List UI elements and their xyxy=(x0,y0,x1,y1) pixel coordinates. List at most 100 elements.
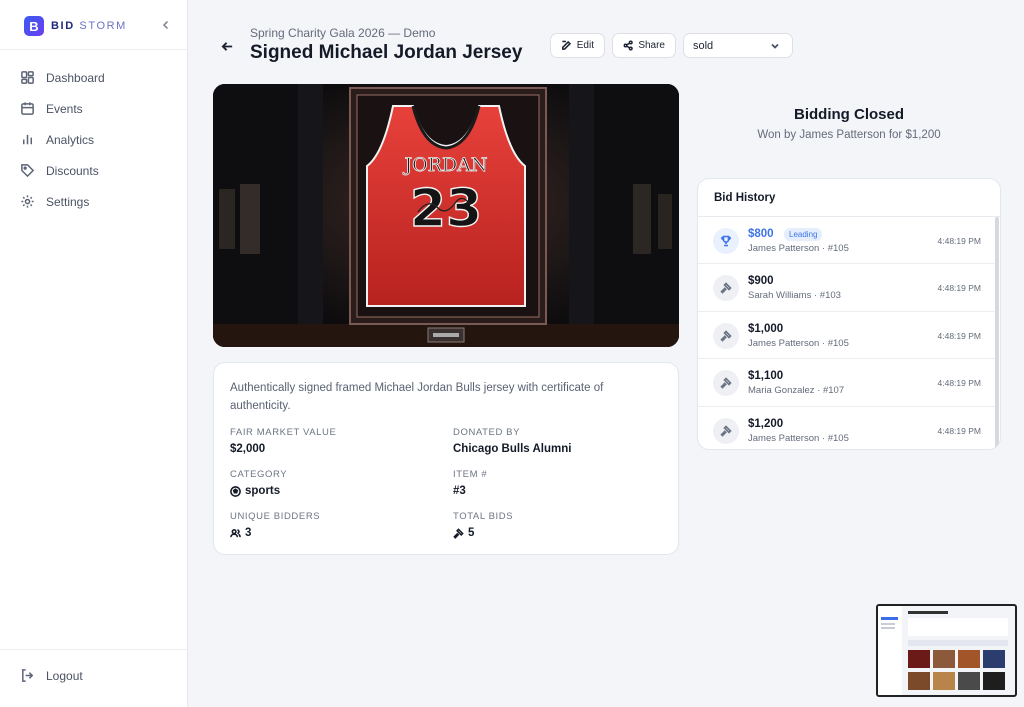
edit-icon xyxy=(562,40,572,50)
bid-history-scrollbar[interactable] xyxy=(995,217,999,449)
item-description: Authentically signed framed Michael Jord… xyxy=(230,382,604,412)
sidebar-divider xyxy=(0,649,188,650)
share-icon xyxy=(623,40,633,51)
bid-amount: $800 xyxy=(748,228,774,240)
gavel-icon xyxy=(713,322,739,349)
bid-bidder: Sarah Williams · #103 xyxy=(748,290,841,302)
bid-bidder: James Patterson · #105 xyxy=(748,337,849,349)
donated-by-field: DONATED BY Chicago Bulls Alumni xyxy=(453,427,571,455)
sidebar-item-label: Settings xyxy=(46,194,90,209)
gear-icon xyxy=(21,195,34,208)
bid-time: 4:48:19 PM xyxy=(937,425,981,436)
bid-history-card: Bid History $800 Leading James Patterson… xyxy=(697,178,1001,450)
sidebar-item-label: Analytics xyxy=(46,132,95,147)
sidebar-nav: Dashboard Events Analytics Discounts Set… xyxy=(0,62,188,217)
sidebar: B BID STORM Dashboard Events Analytics D… xyxy=(0,0,188,707)
status-select-value: sold xyxy=(693,39,714,52)
users-icon xyxy=(230,528,241,537)
sidebar-item-discounts[interactable]: Discounts xyxy=(0,155,188,186)
bid-amount: $1,100 xyxy=(748,370,784,383)
unique-bidders-field: UNIQUE BIDDERS 3 xyxy=(230,511,320,539)
share-button[interactable]: Share xyxy=(612,33,676,58)
bid-amount: $900 xyxy=(748,275,774,288)
sidebar-item-events[interactable]: Events xyxy=(0,93,188,124)
sidebar-item-label: Events xyxy=(46,101,83,116)
bid-amount: $1,200 xyxy=(748,417,784,430)
preview-image xyxy=(878,606,1015,695)
field-label: DONATED BY xyxy=(453,427,521,438)
bid-time: 4:48:19 PM xyxy=(937,283,981,294)
item-number-field: ITEM # #3 xyxy=(453,469,487,497)
gavel-icon xyxy=(453,527,464,539)
status-select[interactable]: sold xyxy=(683,33,793,58)
bid-time: 4:48:19 PM xyxy=(937,330,981,341)
brand-logo-icon: B xyxy=(24,16,44,36)
chevron-left-icon xyxy=(162,20,169,30)
bid-row: $800 Leading James Patterson · #105 4:48… xyxy=(698,217,996,265)
bidding-status-panel: Bidding Closed Won by James Patterson fo… xyxy=(698,84,1000,164)
bid-time: 4:48:19 PM xyxy=(937,378,981,389)
sidebar-item-analytics[interactable]: Analytics xyxy=(0,124,188,155)
field-label: FAIR MARKET VALUE xyxy=(230,427,337,438)
bid-row: $1,100 Maria Gonzalez · #107 4:48:19 PM xyxy=(698,359,996,407)
grid-icon xyxy=(21,71,34,84)
bid-row: $1,200 James Patterson · #105 4:48:19 PM xyxy=(698,407,996,449)
sidebar-item-dashboard[interactable]: Dashboard xyxy=(0,62,188,93)
sidebar-item-settings[interactable]: Settings xyxy=(0,186,188,217)
bar-chart-icon xyxy=(23,134,32,145)
bidding-status-subtitle: Won by James Patterson for $1,200 xyxy=(757,129,941,141)
bid-time: 4:48:19 PM xyxy=(937,236,981,246)
edit-button[interactable]: Edit xyxy=(550,33,605,58)
chevron-down-icon xyxy=(771,43,779,49)
gavel-icon xyxy=(713,370,739,397)
page-title: Signed Michael Jordan Jersey xyxy=(250,42,523,63)
field-label: TOTAL BIDS xyxy=(453,511,514,522)
gavel-icon xyxy=(713,417,739,444)
collapse-sidebar-button[interactable] xyxy=(158,16,174,34)
gavel-icon xyxy=(713,275,739,302)
field-label: CATEGORY xyxy=(230,469,288,480)
calendar-icon xyxy=(21,102,34,115)
framed-jersey-image: JORDAN 23 xyxy=(213,84,679,347)
back-button[interactable] xyxy=(218,37,236,55)
field-label: ITEM # xyxy=(453,469,488,480)
bid-bidder: Maria Gonzalez · #107 xyxy=(748,385,845,397)
fair-market-value-field: FAIR MARKET VALUE $2,000 xyxy=(230,427,336,455)
field-label: UNIQUE BIDDERS xyxy=(230,511,321,522)
arrow-left-icon xyxy=(221,41,232,51)
leading-badge: Leading xyxy=(784,228,823,241)
logout-label: Logout xyxy=(46,668,83,683)
jersey-name-text: JORDAN xyxy=(402,154,487,176)
total-bids-value: 5 xyxy=(453,527,513,539)
soccer-ball-icon xyxy=(230,485,241,497)
logout-icon xyxy=(22,669,34,682)
brand-name: BID STORM xyxy=(51,20,127,32)
item-image: JORDAN 23 xyxy=(213,84,679,347)
bid-history-title: Bid History xyxy=(714,192,776,204)
bidding-status-title: Bidding Closed xyxy=(794,106,904,123)
unique-bidders-value: 3 xyxy=(230,527,320,539)
category-value: sports xyxy=(230,485,287,497)
item-details-card: Authentically signed framed Michael Jord… xyxy=(213,362,679,555)
brand[interactable]: B BID STORM xyxy=(24,14,127,38)
logout-button[interactable]: Logout xyxy=(20,668,83,683)
bid-row: $900 Sarah Williams · #103 4:48:19 PM xyxy=(698,264,996,312)
edit-button-label: Edit xyxy=(576,40,594,51)
share-button-label: Share xyxy=(638,40,665,51)
donated-by-value: Chicago Bulls Alumni xyxy=(453,443,572,455)
sidebar-item-label: Dashboard xyxy=(46,70,105,85)
sidebar-item-label: Discounts xyxy=(46,163,99,178)
bid-history-list[interactable]: $800 Leading James Patterson · #105 4:48… xyxy=(698,217,996,449)
breadcrumb[interactable]: Spring Charity Gala 2026 — Demo xyxy=(250,26,435,40)
bid-row: $1,000 James Patterson · #105 4:48:19 PM xyxy=(698,312,996,360)
tag-icon xyxy=(21,164,35,178)
bid-bidder: James Patterson · #105 xyxy=(748,432,849,444)
bid-bidder: James Patterson · #105 xyxy=(748,243,849,254)
fair-market-value: $2,000 xyxy=(230,443,266,455)
category-field: CATEGORY sports xyxy=(230,469,287,497)
sidebar-divider xyxy=(0,49,188,50)
trophy-icon xyxy=(713,228,739,254)
screen-preview-thumbnail[interactable] xyxy=(876,604,1017,697)
item-number-value: #3 xyxy=(453,485,466,497)
bid-amount: $1,000 xyxy=(748,322,784,335)
